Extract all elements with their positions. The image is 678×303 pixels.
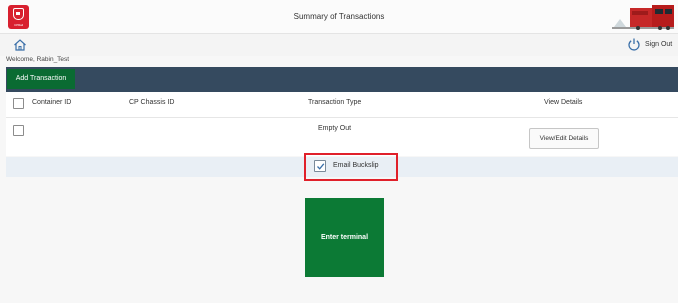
select-all-checkbox[interactable] xyxy=(13,98,24,109)
sign-out-link[interactable]: Sign Out xyxy=(645,41,672,48)
column-header-view-details[interactable]: View Details xyxy=(544,99,582,106)
column-header-chassis-id[interactable]: CP Chassis ID xyxy=(129,99,174,106)
column-header-container-id[interactable]: Container ID xyxy=(32,99,71,106)
transaction-type-cell: Empty Out xyxy=(318,125,352,132)
column-header-transaction-type[interactable]: Transaction Type xyxy=(308,99,361,106)
table-header-divider xyxy=(6,117,678,118)
page-title: Summary of Transactions xyxy=(293,12,385,21)
view-edit-details-button[interactable]: View/Edit Details xyxy=(529,128,599,149)
welcome-message: Welcome, Rabin_Test xyxy=(6,56,70,63)
enter-terminal-button[interactable]: Enter terminal xyxy=(305,198,384,277)
train-image xyxy=(612,5,674,30)
row-select-checkbox[interactable] xyxy=(13,125,24,136)
toolbar xyxy=(6,67,678,92)
home-icon[interactable] xyxy=(13,38,27,52)
highlight-box xyxy=(304,153,398,181)
logo-text: CPRail xyxy=(14,23,23,27)
add-transaction-button[interactable]: Add Transaction xyxy=(7,69,75,89)
nav-bar xyxy=(0,34,678,56)
power-icon[interactable] xyxy=(627,37,641,51)
